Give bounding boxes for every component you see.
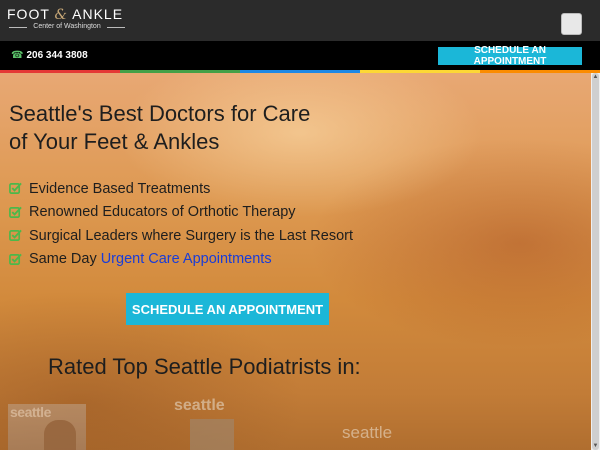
list-item: Same Day Urgent Care Appointments [9,248,353,272]
list-item: Renowned Educators of Orthotic Therapy [9,201,353,225]
schedule-appointment-button-header[interactable]: SCHEDULE AN APPOINTMENT [438,45,582,67]
site-logo[interactable]: FOOT & ANKLE Center of Washington [7,6,129,34]
schedule-appointment-button[interactable]: SCHEDULE AN APPOINTMENT [126,293,329,325]
scrollbar-thumb[interactable] [592,73,599,450]
phone-link[interactable]: ☎ 206 344 3808 [11,50,88,61]
badge-photo [190,419,234,450]
menu-icon[interactable] [561,13,582,35]
badge-title: seattle [10,404,51,420]
site-header: FOOT & ANKLE Center of Washington [0,0,600,41]
feature-list: Evidence Based Treatments Renowned Educa… [9,177,353,271]
badge-title: seattle [342,423,393,442]
urgent-care-link[interactable]: Urgent Care Appointments [101,251,272,267]
phone-icon: ☎ [11,50,24,61]
logo-wordmark: FOOT & ANKLE [7,6,124,23]
list-item: Surgical Leaders where Surgery is the La… [9,224,353,248]
checkbox-check-icon [9,230,22,242]
scroll-down-icon[interactable]: ▼ [592,442,599,450]
logo-tagline: Center of Washington [7,23,127,30]
checkbox-check-icon [9,253,22,265]
award-badge: seattle [340,423,422,450]
list-item: Evidence Based Treatments [9,177,353,201]
checkbox-check-icon [9,183,22,195]
hero-headline: Seattle's Best Doctors for Care of Your … [9,101,311,154]
badge-photo [44,420,76,450]
rated-heading: Rated Top Seattle Podiatrists in: [48,354,361,379]
award-badge: seattle [174,397,250,450]
phone-number: 206 344 3808 [26,50,88,61]
badge-title: seattle [174,397,225,414]
checkbox-check-icon [9,206,22,218]
award-badge: seattle [8,404,86,450]
scroll-up-icon[interactable]: ▲ [592,73,599,81]
